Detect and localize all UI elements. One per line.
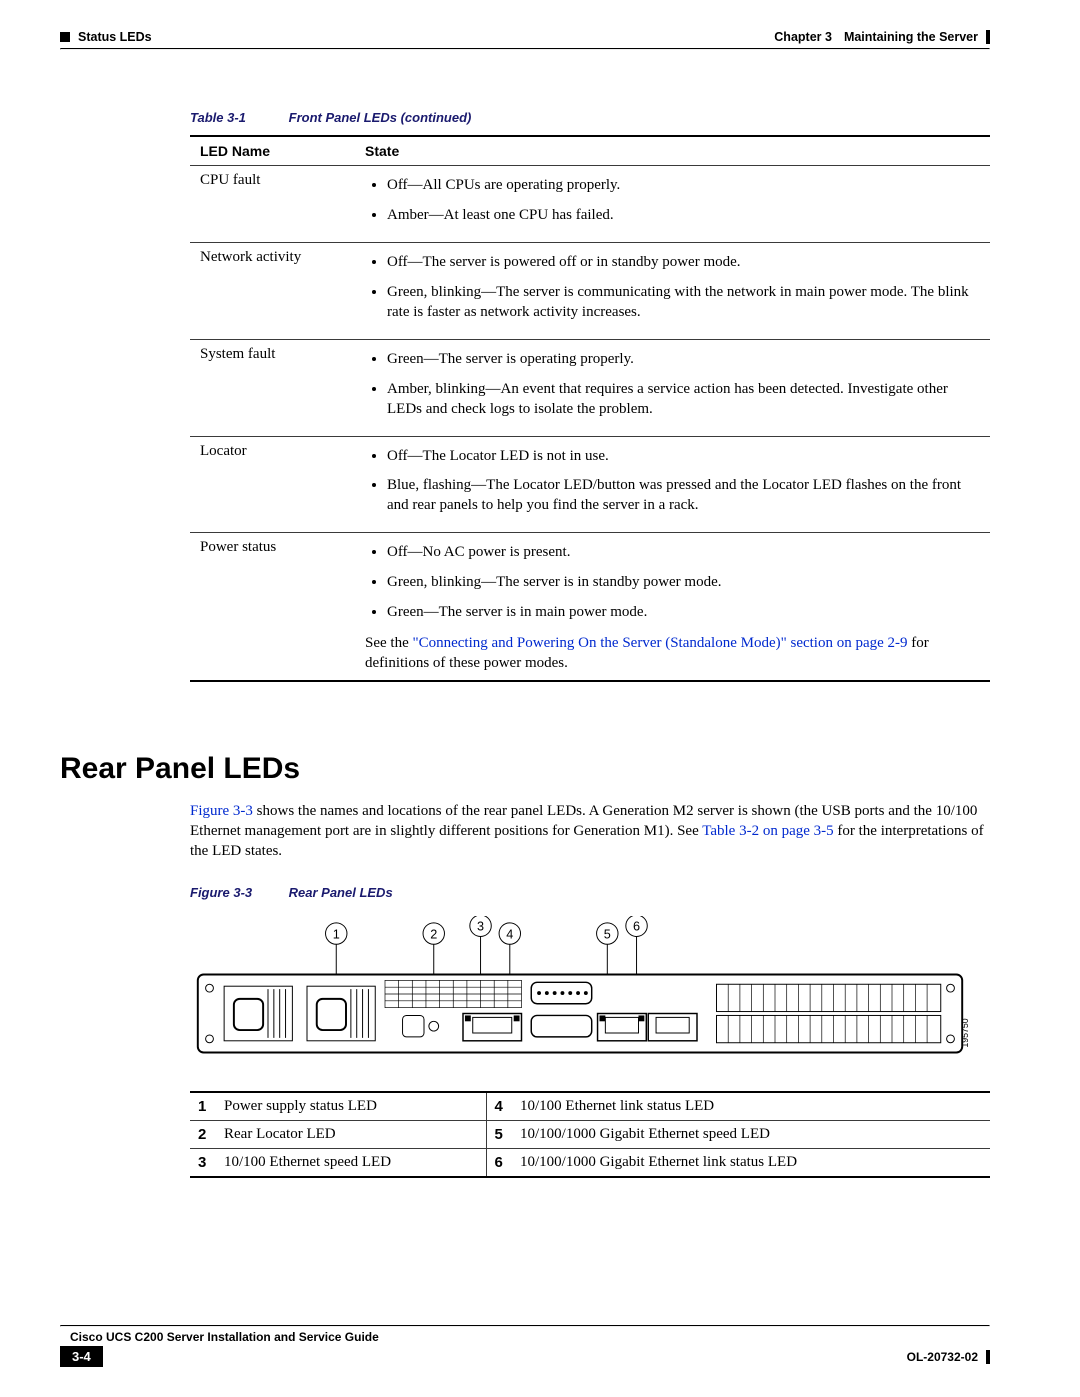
header-marker-icon — [60, 32, 70, 42]
see-prefix: See the — [365, 635, 412, 651]
callout-label: 10/100 Ethernet speed LED — [216, 1149, 486, 1178]
led-name: CPU fault — [190, 166, 355, 243]
callout-num: 1 — [190, 1092, 216, 1121]
col-state: State — [355, 136, 990, 166]
rear-panel-diagram: 1 2 3 4 5 6 — [190, 916, 990, 1077]
table-row: System fault Green—The server is operati… — [190, 339, 990, 436]
led-state: Amber—At least one CPU has failed. — [387, 206, 980, 226]
figure-caption: Figure 3-3 Rear Panel LEDs — [190, 885, 990, 900]
table-row: 3 10/100 Ethernet speed LED 6 10/100/100… — [190, 1149, 990, 1178]
callout-label: 10/100 Ethernet link status LED — [512, 1092, 990, 1121]
table-number: Table 3-1 — [190, 110, 285, 125]
callout-label: Power supply status LED — [216, 1092, 486, 1121]
table-row: Power status Off—No AC power is present.… — [190, 533, 990, 681]
led-state: Off—The Locator LED is not in use. — [387, 447, 980, 467]
figure-tag: 195750 — [960, 1019, 970, 1048]
running-header: Status LEDs Chapter 3 Maintaining the Se… — [60, 30, 990, 44]
figure-number: Figure 3-3 — [190, 885, 285, 900]
callout-num: 5 — [486, 1121, 512, 1149]
led-name: System fault — [190, 339, 355, 436]
led-state: Green—The server is in main power mode. — [387, 603, 980, 623]
figure-title: Rear Panel LEDs — [289, 885, 393, 900]
callout-num: 3 — [190, 1149, 216, 1178]
footer-doc-ref: OL-20732-02 — [907, 1350, 978, 1364]
svg-text:5: 5 — [604, 928, 611, 942]
page-number: 3-4 — [60, 1346, 103, 1367]
front-panel-led-table: LED Name State CPU fault Off—All CPUs ar… — [190, 135, 990, 682]
callout-table: 1 Power supply status LED 4 10/100 Ether… — [190, 1091, 990, 1178]
callout-label: 10/100/1000 Gigabit Ethernet link status… — [512, 1149, 990, 1178]
led-name: Network activity — [190, 242, 355, 339]
led-state: Green, blinking—The server is communicat… — [387, 283, 980, 323]
table-row: CPU fault Off—All CPUs are operating pro… — [190, 166, 990, 243]
header-rule — [60, 48, 990, 50]
header-section: Status LEDs — [78, 30, 152, 44]
section-paragraph: Figure 3-3 shows the names and locations… — [190, 801, 990, 862]
footer-bar-icon — [986, 1350, 990, 1364]
table-row: Locator Off—The Locator LED is not in us… — [190, 436, 990, 533]
callout-num: 2 — [190, 1121, 216, 1149]
led-name: Power status — [190, 533, 355, 681]
led-state: Off—No AC power is present. — [387, 543, 980, 563]
callout-label: Rear Locator LED — [216, 1121, 486, 1149]
callout-num: 6 — [486, 1149, 512, 1178]
see-link[interactable]: "Connecting and Powering On the Server (… — [412, 635, 907, 651]
callout-num: 4 — [486, 1092, 512, 1121]
led-state: Off—The server is powered off or in stan… — [387, 253, 980, 273]
footer-doc-title: Cisco UCS C200 Server Installation and S… — [70, 1330, 990, 1344]
led-state: Green—The server is operating properly. — [387, 350, 980, 370]
led-state: Green, blinking—The server is in standby… — [387, 573, 980, 593]
led-state: Blue, flashing—The Locator LED/button wa… — [387, 476, 980, 516]
table-row: 1 Power supply status LED 4 10/100 Ether… — [190, 1092, 990, 1121]
table-caption: Table 3-1 Front Panel LEDs (continued) — [190, 110, 990, 125]
table-row: 2 Rear Locator LED 5 10/100/1000 Gigabit… — [190, 1121, 990, 1149]
header-title: Maintaining the Server — [844, 30, 978, 44]
section-heading: Rear Panel LEDs — [60, 752, 990, 786]
header-chapter: Chapter 3 — [774, 30, 832, 44]
callout-label: 10/100/1000 Gigabit Ethernet speed LED — [512, 1121, 990, 1149]
svg-text:3: 3 — [477, 920, 484, 934]
table-ref-link[interactable]: Table 3-2 on page 3-5 — [702, 823, 833, 839]
svg-text:6: 6 — [633, 920, 640, 934]
svg-text:1: 1 — [333, 928, 340, 942]
col-led-name: LED Name — [190, 136, 355, 166]
led-state: Off—All CPUs are operating properly. — [387, 176, 980, 196]
led-state: Amber, blinking—An event that requires a… — [387, 380, 980, 420]
see-note: See the "Connecting and Powering On the … — [365, 633, 980, 674]
svg-text:4: 4 — [506, 928, 513, 942]
table-title: Front Panel LEDs (continued) — [289, 110, 472, 125]
led-name: Locator — [190, 436, 355, 533]
page-footer: Cisco UCS C200 Server Installation and S… — [60, 1318, 990, 1368]
figure-ref-link[interactable]: Figure 3-3 — [190, 803, 253, 819]
header-bar-icon — [986, 30, 990, 44]
svg-text:2: 2 — [430, 928, 437, 942]
table-row: Network activity Off—The server is power… — [190, 242, 990, 339]
